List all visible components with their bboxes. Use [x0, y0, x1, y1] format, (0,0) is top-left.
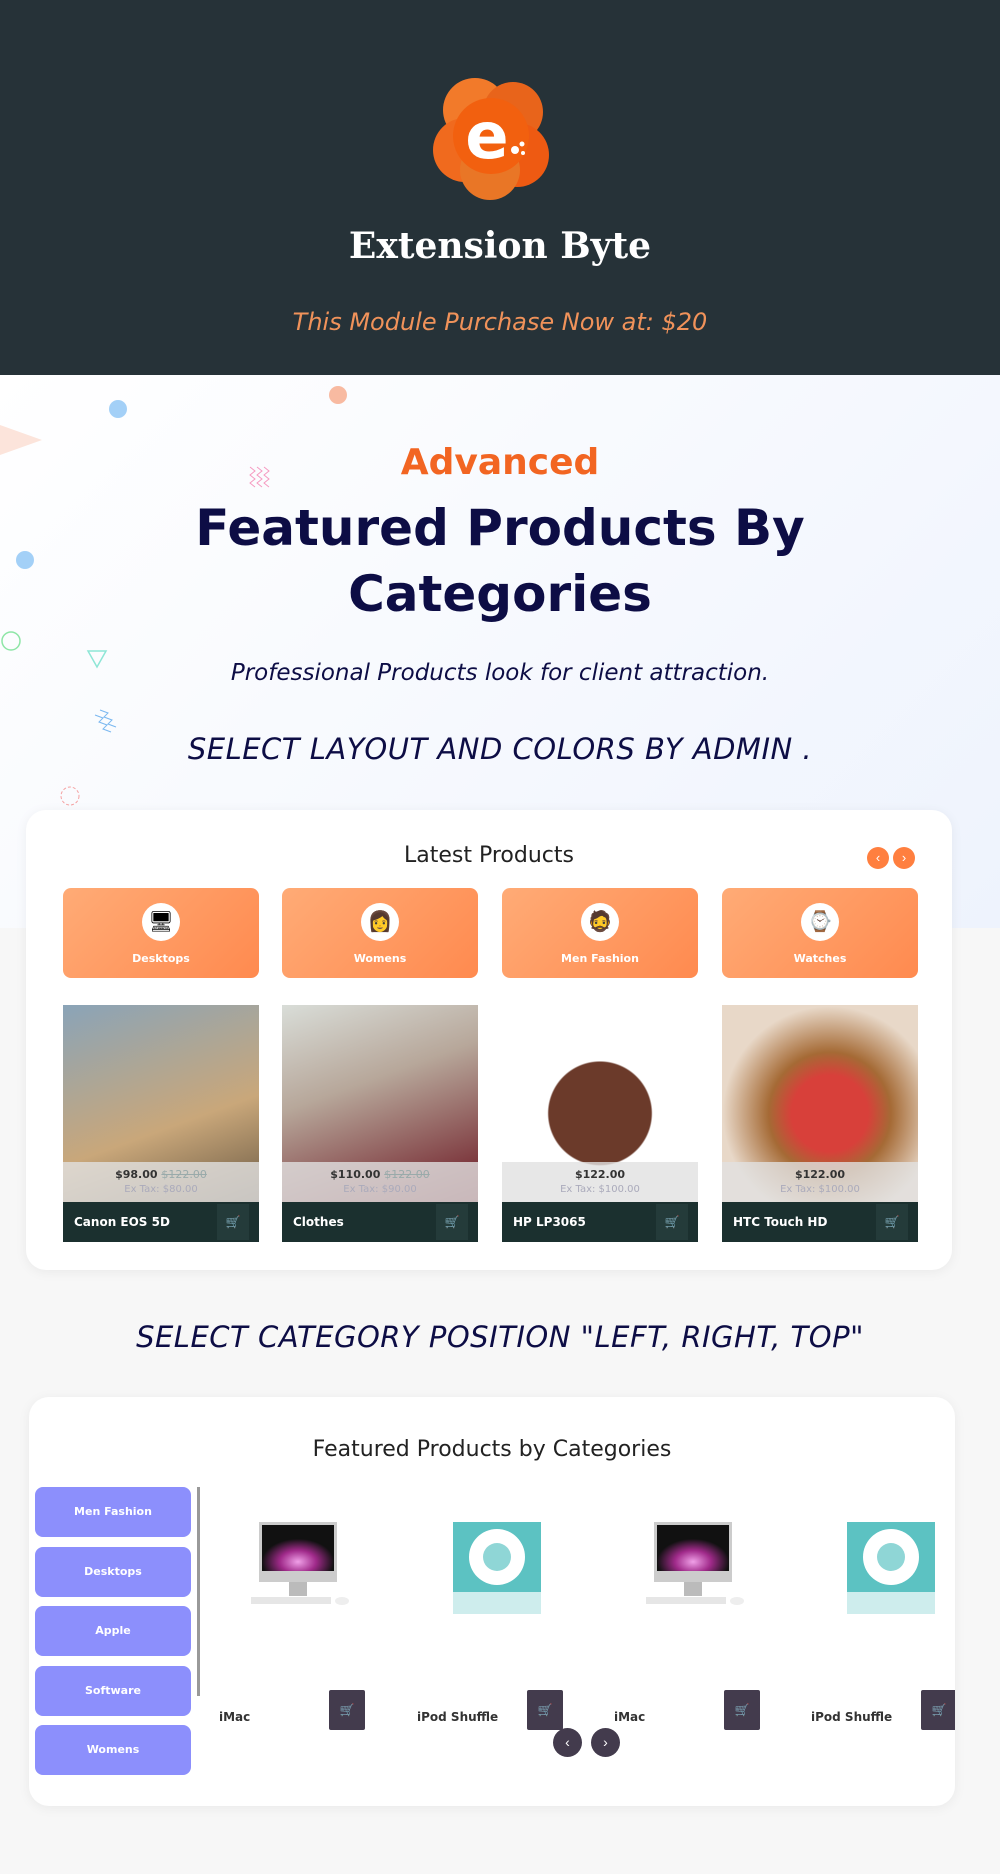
ipod-product-image[interactable]: [437, 1517, 557, 1617]
sidebar-category[interactable]: Womens: [35, 1725, 191, 1775]
extension-byte-logo: e: [433, 78, 549, 200]
add-to-cart-button[interactable]: 🛒: [656, 1204, 688, 1240]
add-to-cart-button[interactable]: 🛒: [329, 1690, 365, 1730]
cart-icon: 🛒: [931, 1703, 947, 1717]
category-position-note: SELECT CATEGORY POSITION "LEFT, RIGHT, T…: [136, 1320, 864, 1354]
product-card: $122.00 Ex Tax: $100.00 HTC Touch HD 🛒: [722, 1005, 918, 1242]
product-name[interactable]: HTC Touch HD: [733, 1215, 827, 1229]
featured-product: iPod Shuffle 🛒: [811, 1517, 955, 1737]
price-overlay: $110.00 $122.00 Ex Tax: $90.00: [282, 1162, 478, 1202]
carousel-prev-button[interactable]: ‹: [867, 847, 889, 869]
add-to-cart-button[interactable]: 🛒: [876, 1204, 908, 1240]
product-card: $98.00 $122.00 Ex Tax: $80.00 Canon EOS 5D…: [63, 1005, 259, 1242]
price: $122.00: [574, 1168, 626, 1181]
ex-tax: Ex Tax: $80.00: [124, 1184, 198, 1195]
latest-products-module: Latest Products ‹ › 🖥 Desktops 👩 Womens 🧔 Men…: [26, 810, 952, 1270]
cart-icon: 🛒: [537, 1703, 553, 1717]
sidebar-category[interactable]: Software: [35, 1665, 191, 1716]
product-name[interactable]: iPod Shuffle: [811, 1710, 892, 1724]
product-name[interactable]: Clothes: [293, 1215, 344, 1229]
product-name[interactable]: Canon EOS 5D: [74, 1215, 170, 1229]
featured-by-categories-module: Featured Products by Categories Men Fash…: [29, 1397, 955, 1806]
cart-icon: 🛒: [339, 1703, 355, 1717]
man-avatar: 🧔: [581, 903, 619, 941]
product-image[interactable]: $110.00 $122.00 Ex Tax: $90.00: [282, 1005, 478, 1202]
category-label: Desktops: [132, 952, 190, 965]
product-name-bar: HTC Touch HD 🛒: [722, 1202, 918, 1242]
watch-icon: ⌚: [801, 903, 839, 941]
pager-prev-button[interactable]: ‹: [553, 1728, 582, 1757]
featured-product: iMac 🛒: [614, 1517, 774, 1737]
price-overlay: $122.00 Ex Tax: $100.00: [722, 1162, 918, 1202]
product-name[interactable]: HP LP3065: [513, 1215, 586, 1229]
imac-product-image[interactable]: [634, 1517, 754, 1617]
sidebar-category[interactable]: Desktops: [35, 1546, 191, 1597]
product-card: $122.00 Ex Tax: $100.00 HP LP3065 🛒: [502, 1005, 698, 1242]
category-tile[interactable]: 🖥 Desktops: [63, 888, 259, 978]
category-label: Men Fashion: [561, 952, 639, 965]
woman-avatar: 👩: [361, 903, 399, 941]
product-name-bar: HP LP3065 🛒: [502, 1202, 698, 1242]
svg-text:e: e: [465, 100, 508, 174]
add-to-cart-button[interactable]: 🛒: [436, 1204, 468, 1240]
old-price: $122.00: [384, 1168, 430, 1181]
subtitle: Professional Products look for client at…: [230, 660, 770, 686]
category-label: Watches: [793, 952, 847, 965]
old-price: $122.00: [161, 1168, 207, 1181]
module-title: Featured Products by Categories: [312, 1437, 672, 1462]
sidebar-category[interactable]: Men Fashion: [35, 1487, 191, 1537]
featured-product: iPod Shuffle 🛒: [417, 1517, 577, 1737]
desktop-icon: 🖥: [142, 903, 180, 941]
header: e Extension Byte This Module Purchase No…: [0, 0, 1000, 375]
add-to-cart-button[interactable]: 🛒: [217, 1204, 249, 1240]
product-image[interactable]: $122.00 Ex Tax: $100.00: [502, 1005, 698, 1202]
carousel-next-button[interactable]: ›: [893, 847, 915, 869]
cart-icon: 🛒: [444, 1215, 460, 1229]
eyebrow-heading: Advanced: [400, 442, 600, 483]
cart-icon: 🛒: [734, 1703, 750, 1717]
product-name-bar: Canon EOS 5D 🛒: [63, 1202, 259, 1242]
sidebar-category[interactable]: Apple: [35, 1606, 191, 1656]
title-line-1: Featured Products By: [195, 499, 805, 557]
price-overlay: $122.00 Ex Tax: $100.00: [502, 1162, 698, 1202]
add-to-cart-button[interactable]: 🛒: [921, 1690, 955, 1730]
product-name[interactable]: iMac: [614, 1710, 645, 1724]
product-image[interactable]: $122.00 Ex Tax: $100.00: [722, 1005, 918, 1202]
layout-note: SELECT LAYOUT AND COLORS BY ADMIN .: [187, 732, 813, 766]
module-title: Latest Products: [404, 843, 574, 868]
featured-product: iMac 🛒: [219, 1517, 379, 1737]
cart-icon: 🛒: [664, 1215, 680, 1229]
ipod-product-image[interactable]: [831, 1517, 951, 1617]
price: $98.00: [115, 1168, 158, 1181]
pager-next-button[interactable]: ›: [591, 1728, 620, 1757]
add-to-cart-button[interactable]: 🛒: [527, 1690, 563, 1730]
add-to-cart-button[interactable]: 🛒: [724, 1690, 760, 1730]
ex-tax: Ex Tax: $100.00: [780, 1184, 860, 1195]
cart-icon: 🛒: [225, 1215, 241, 1229]
product-name-bar: Clothes 🛒: [282, 1202, 478, 1242]
title-line-2: Categories: [348, 565, 652, 623]
price: $122.00: [794, 1168, 846, 1181]
category-tile[interactable]: 🧔 Men Fashion: [502, 888, 698, 978]
price-overlay: $98.00 $122.00 Ex Tax: $80.00: [63, 1162, 259, 1202]
sidebar-scrollbar[interactable]: [197, 1487, 200, 1696]
category-tile[interactable]: ⌚ Watches: [722, 888, 918, 978]
ex-tax: Ex Tax: $100.00: [560, 1184, 640, 1195]
category-tile[interactable]: 👩 Womens: [282, 888, 478, 978]
category-label: Womens: [353, 952, 407, 965]
purchase-tagline[interactable]: This Module Purchase Now at: $20: [0, 308, 1000, 336]
product-name[interactable]: iPod Shuffle: [417, 1710, 498, 1724]
product-name[interactable]: iMac: [219, 1710, 250, 1724]
imac-product-image[interactable]: [239, 1517, 359, 1617]
cart-icon: 🛒: [884, 1215, 900, 1229]
price: $110.00: [330, 1168, 381, 1181]
product-card: $110.00 $122.00 Ex Tax: $90.00 Clothes 🛒: [282, 1005, 478, 1242]
product-image[interactable]: $98.00 $122.00 Ex Tax: $80.00: [63, 1005, 259, 1202]
ex-tax: Ex Tax: $90.00: [343, 1184, 417, 1195]
page-title: Featured Products By Categories: [0, 495, 1000, 627]
brand-name: Extension Byte: [348, 225, 652, 267]
